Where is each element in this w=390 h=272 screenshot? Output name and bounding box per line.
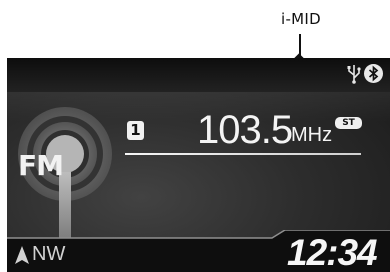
compass-heading: NW: [32, 243, 66, 265]
usb-icon: [347, 65, 361, 84]
band-label: FM: [18, 149, 64, 182]
i-mid-display: FM 1 103.5 MHz ST NW 12:34: [7, 58, 390, 272]
frequency-unit: MHz: [291, 124, 333, 146]
frequency-value: 103.5: [197, 108, 293, 152]
compass-arrow-icon: [15, 246, 29, 264]
status-bar: [7, 58, 390, 92]
stereo-badge: ST: [335, 117, 362, 129]
preset-number: 1: [127, 121, 144, 140]
bluetooth-icon: [364, 64, 383, 83]
frequency-underline: [125, 153, 361, 155]
clock: 12:34: [287, 232, 378, 272]
callout-label: i-MID: [281, 10, 321, 28]
